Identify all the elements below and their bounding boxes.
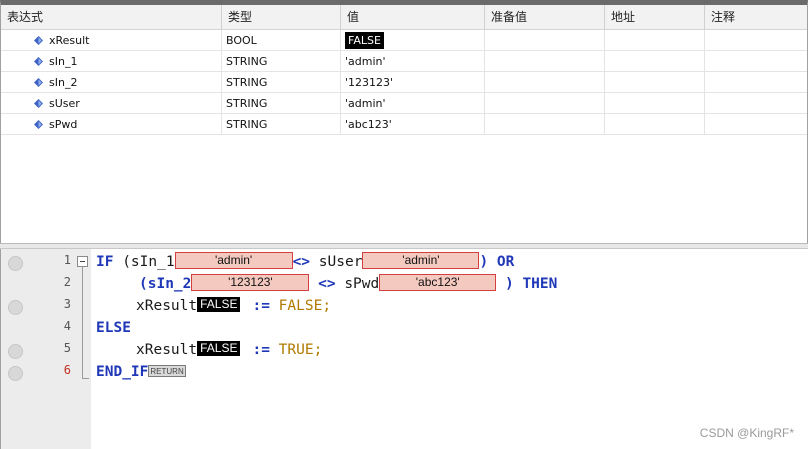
address-cell [605,30,705,51]
code-token: xResult [136,342,198,358]
operator: <> [292,254,311,270]
table-row[interactable]: sIn_1 STRING 'admin' [1,51,807,72]
address-cell [605,72,705,93]
address-cell [605,51,705,72]
code-line: xResult FALSE := FALSE; [136,295,331,317]
prepared-value-cell[interactable] [485,51,605,72]
operator: := [252,298,270,314]
comment-cell [705,51,807,72]
keyword: IF [96,254,114,270]
line-number: 1 [63,253,71,267]
keyword: END_IF [96,364,149,380]
line-number: 6 [63,363,71,377]
prepared-value-cell[interactable] [485,114,605,135]
column-header-address[interactable]: 地址 [605,5,705,30]
address-cell [605,114,705,135]
column-header-type[interactable]: 类型 [222,5,341,30]
expression-cell: sPwd [1,114,222,135]
code-token: (sIn_2 [139,276,192,292]
type-cell: BOOL [222,30,341,51]
column-header-prepared-value[interactable]: 准备值 [485,5,605,30]
code-token: ) [504,276,514,292]
table-row[interactable]: sIn_2 STRING '123123' [1,72,807,93]
comment-cell [705,93,807,114]
operator: := [252,342,270,358]
comment-cell [705,72,807,93]
type-cell: STRING [222,72,341,93]
line-number: 2 [63,275,71,289]
prepared-value-cell[interactable] [485,93,605,114]
keyword: THEN [522,276,558,292]
return-marker[interactable]: RETURN [148,365,186,377]
comment-cell [705,30,807,51]
code-token: sUser [310,254,363,270]
code-token: (sIn_1 [113,254,175,270]
code-line: END_IF RETURN [96,361,186,383]
expression-cell: sIn_1 [1,51,222,72]
code-line: IF (sIn_1'admin' <> sUser'admin') OR [96,251,514,273]
table-row[interactable]: sPwd STRING 'abc123' [1,114,807,135]
monitor-value-badge[interactable]: 'abc123' [379,274,497,291]
address-cell [605,93,705,114]
fold-guide-end [82,378,89,379]
monitor-value-badge[interactable]: '123123' [191,274,310,291]
code-token: xResult [136,298,198,314]
expression-cell: sIn_2 [1,72,222,93]
code-token: ) [479,254,489,270]
prepared-value-cell[interactable] [485,72,605,93]
watermark: CSDN @KingRF* [699,426,794,440]
fold-collapse-icon[interactable] [77,256,88,267]
bool-value-badge: FALSE [345,32,384,49]
watch-panel: 表达式 类型 值 准备值 地址 注释 xResult BOOL FALSE sI… [0,0,808,243]
column-header-expression[interactable]: 表达式 [1,5,222,30]
monitor-value-badge[interactable]: 'admin' [174,252,293,269]
column-header-value[interactable]: 值 [341,5,485,30]
monitor-bool-badge[interactable]: FALSE [197,297,241,312]
operator: <> [318,276,336,292]
line-number: 5 [63,341,71,355]
expression-cell: xResult [1,30,222,51]
value-cell: '123123' [341,72,485,93]
breakpoint-marker-icon[interactable] [8,256,23,271]
keyword: OR [496,254,515,270]
value-cell: 'admin' [341,93,485,114]
column-header-comment[interactable]: 注释 [705,5,807,30]
code-token: sPwd [335,276,380,292]
table-row[interactable]: xResult BOOL FALSE [1,30,807,51]
monitor-value-badge[interactable]: 'admin' [362,252,480,269]
code-line: ELSE [96,317,131,339]
breakpoint-marker-icon[interactable] [8,300,23,315]
breakpoint-marker-icon[interactable] [8,366,23,381]
breakpoint-marker-icon[interactable] [8,344,23,359]
literal: TRUE; [278,342,323,358]
line-number: 4 [63,319,71,333]
editor-gutter: 1 2 3 4 5 6 [1,249,91,449]
value-cell: 'abc123' [341,114,485,135]
expression-cell: sUser [1,93,222,114]
literal: FALSE; [278,298,332,314]
table-row[interactable]: sUser STRING 'admin' [1,93,807,114]
code-line: xResult FALSE := TRUE; [136,339,322,361]
keyword: ELSE [96,320,131,336]
line-number: 3 [63,297,71,311]
monitor-bool-badge[interactable]: FALSE [197,341,241,356]
type-cell: STRING [222,114,341,135]
value-cell: FALSE [341,30,485,51]
comment-cell [705,114,807,135]
type-cell: STRING [222,51,341,72]
value-cell: 'admin' [341,51,485,72]
fold-guide [82,267,83,379]
watch-table-header: 表达式 类型 值 准备值 地址 注释 [1,5,807,30]
code-line: (sIn_2'123123' <> sPwd'abc123' ) THEN [139,273,557,295]
code-editor[interactable]: 1 2 3 4 5 6 IF (sIn_1'admin' <> sUser'adm… [0,249,808,449]
prepared-value-cell[interactable] [485,30,605,51]
type-cell: STRING [222,93,341,114]
